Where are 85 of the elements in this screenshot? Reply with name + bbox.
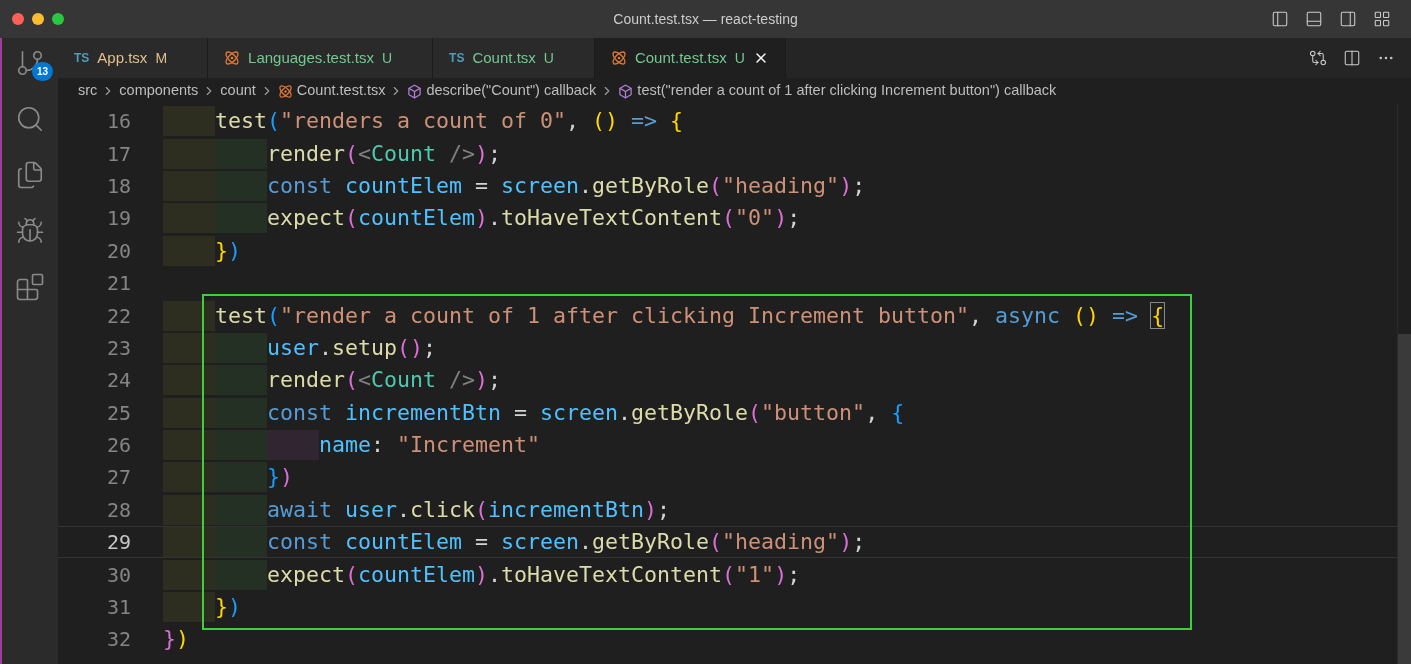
line-number: 31 (105, 594, 131, 622)
editor-tab[interactable]: Languages.test.tsx U (208, 38, 434, 78)
extensions-icon[interactable] (15, 272, 45, 302)
atom-icon (224, 50, 241, 66)
breadcrumb-item[interactable]: Count.test.tsx (296, 80, 386, 102)
indent-guide (163, 397, 215, 428)
indent-guide (163, 430, 215, 461)
code-line: expect(countElem).toHaveTextContent("1"); (267, 560, 801, 589)
typescript-file-icon: TS (449, 49, 465, 67)
git-status: U (734, 48, 745, 68)
editor-tab[interactable]: TS App.tsx M (58, 38, 209, 78)
close-window-button[interactable] (12, 13, 24, 25)
indent-guide (163, 365, 215, 396)
code-line: }) (163, 625, 190, 654)
code-line: test("renders a count of 0", () => { (215, 107, 684, 136)
line-number: 32 (105, 626, 131, 654)
line-number: 23 (105, 334, 131, 362)
code-line: }) (267, 463, 294, 492)
files-icon[interactable] (15, 160, 45, 190)
breadcrumb-item[interactable]: components (119, 80, 199, 102)
line-number: 16 (105, 108, 131, 136)
scrollbar-thumb[interactable] (1398, 334, 1411, 664)
cube-icon (618, 83, 634, 99)
line-number: 27 (105, 464, 131, 492)
code-line: }) (215, 593, 242, 622)
minimize-window-button[interactable] (32, 13, 44, 25)
indent-guide (163, 527, 215, 558)
typescript-file-icon: TS (74, 49, 90, 67)
indent-guide (163, 462, 215, 493)
git-status: U (381, 48, 393, 68)
line-number: 28 (105, 496, 131, 524)
code-line: const countElem = screen.getByRole("heading"); (267, 528, 866, 557)
breadcrumb-item[interactable]: test("render a count of 1 after clicking Increment button") callback (637, 80, 1057, 102)
git-status: M (155, 48, 168, 68)
split-editor-icon[interactable] (1343, 49, 1361, 67)
line-number: 22 (105, 302, 131, 330)
breadcrumb-item[interactable]: describe("Count") callback (426, 80, 597, 102)
line-number: 21 (105, 270, 131, 298)
indent-guide (163, 300, 215, 331)
layout-icon[interactable] (1373, 10, 1391, 28)
maximize-window-button[interactable] (52, 13, 64, 25)
tab-label: Count.test.tsx (634, 47, 727, 68)
tab-label: Count.tsx (472, 47, 536, 68)
line-number: 18 (105, 172, 131, 200)
code-line: const countElem = screen.getByRole("heading"); (267, 171, 866, 200)
panel-left-icon[interactable] (1271, 10, 1289, 28)
indent-guide (163, 494, 215, 525)
line-number: 26 (105, 432, 131, 460)
code-line: test("render a count of 1 after clicking Increment button", async () => { (215, 301, 1165, 330)
tab-label: Languages.test.tsx (248, 47, 374, 68)
notification-badge: 13 (31, 62, 53, 81)
scrollbar[interactable] (1397, 104, 1411, 664)
code-line: render(<Count />); (267, 366, 502, 395)
breadcrumb-item[interactable]: count (220, 80, 256, 102)
indent-guide (163, 559, 215, 590)
code-line: name: "Increment" (319, 431, 541, 460)
editor-tab[interactable]: Count.test.tsx U (594, 38, 786, 78)
editor-tab[interactable]: TS Count.tsx U (433, 38, 595, 78)
atom-icon (277, 83, 293, 99)
code-line: expect(countElem).toHaveTextContent("0"); (267, 204, 801, 233)
window-title: Count.test.tsx — react-testing (613, 9, 798, 29)
panel-bottom-icon[interactable] (1305, 10, 1323, 28)
atom-icon (610, 50, 627, 66)
line-number: 17 (105, 140, 131, 168)
code-line: const incrementBtn = screen.getByRole("button", { (267, 398, 905, 427)
git-status: U (543, 48, 554, 68)
line-number: 20 (105, 237, 131, 265)
indent-guide (163, 332, 215, 363)
line-number: 24 (105, 367, 131, 395)
line-number: 30 (105, 561, 131, 589)
code-line: }) (215, 236, 242, 265)
panel-right-icon[interactable] (1339, 10, 1357, 28)
indent-guide (163, 592, 215, 623)
line-number: 25 (105, 399, 131, 427)
line-number: 29 (105, 529, 131, 557)
code-line: render(<Count />); (267, 139, 502, 168)
cube-icon (407, 83, 423, 99)
breadcrumb-item[interactable]: src (78, 80, 98, 102)
code-line: await user.click(incrementBtn); (267, 495, 671, 524)
code-line: user.setup(); (267, 333, 437, 362)
tab-label: App.tsx (97, 47, 148, 68)
search-icon[interactable] (15, 104, 45, 134)
bug-icon[interactable] (15, 216, 45, 246)
compare-icon[interactable] (1309, 49, 1327, 67)
line-number: 19 (105, 205, 131, 233)
